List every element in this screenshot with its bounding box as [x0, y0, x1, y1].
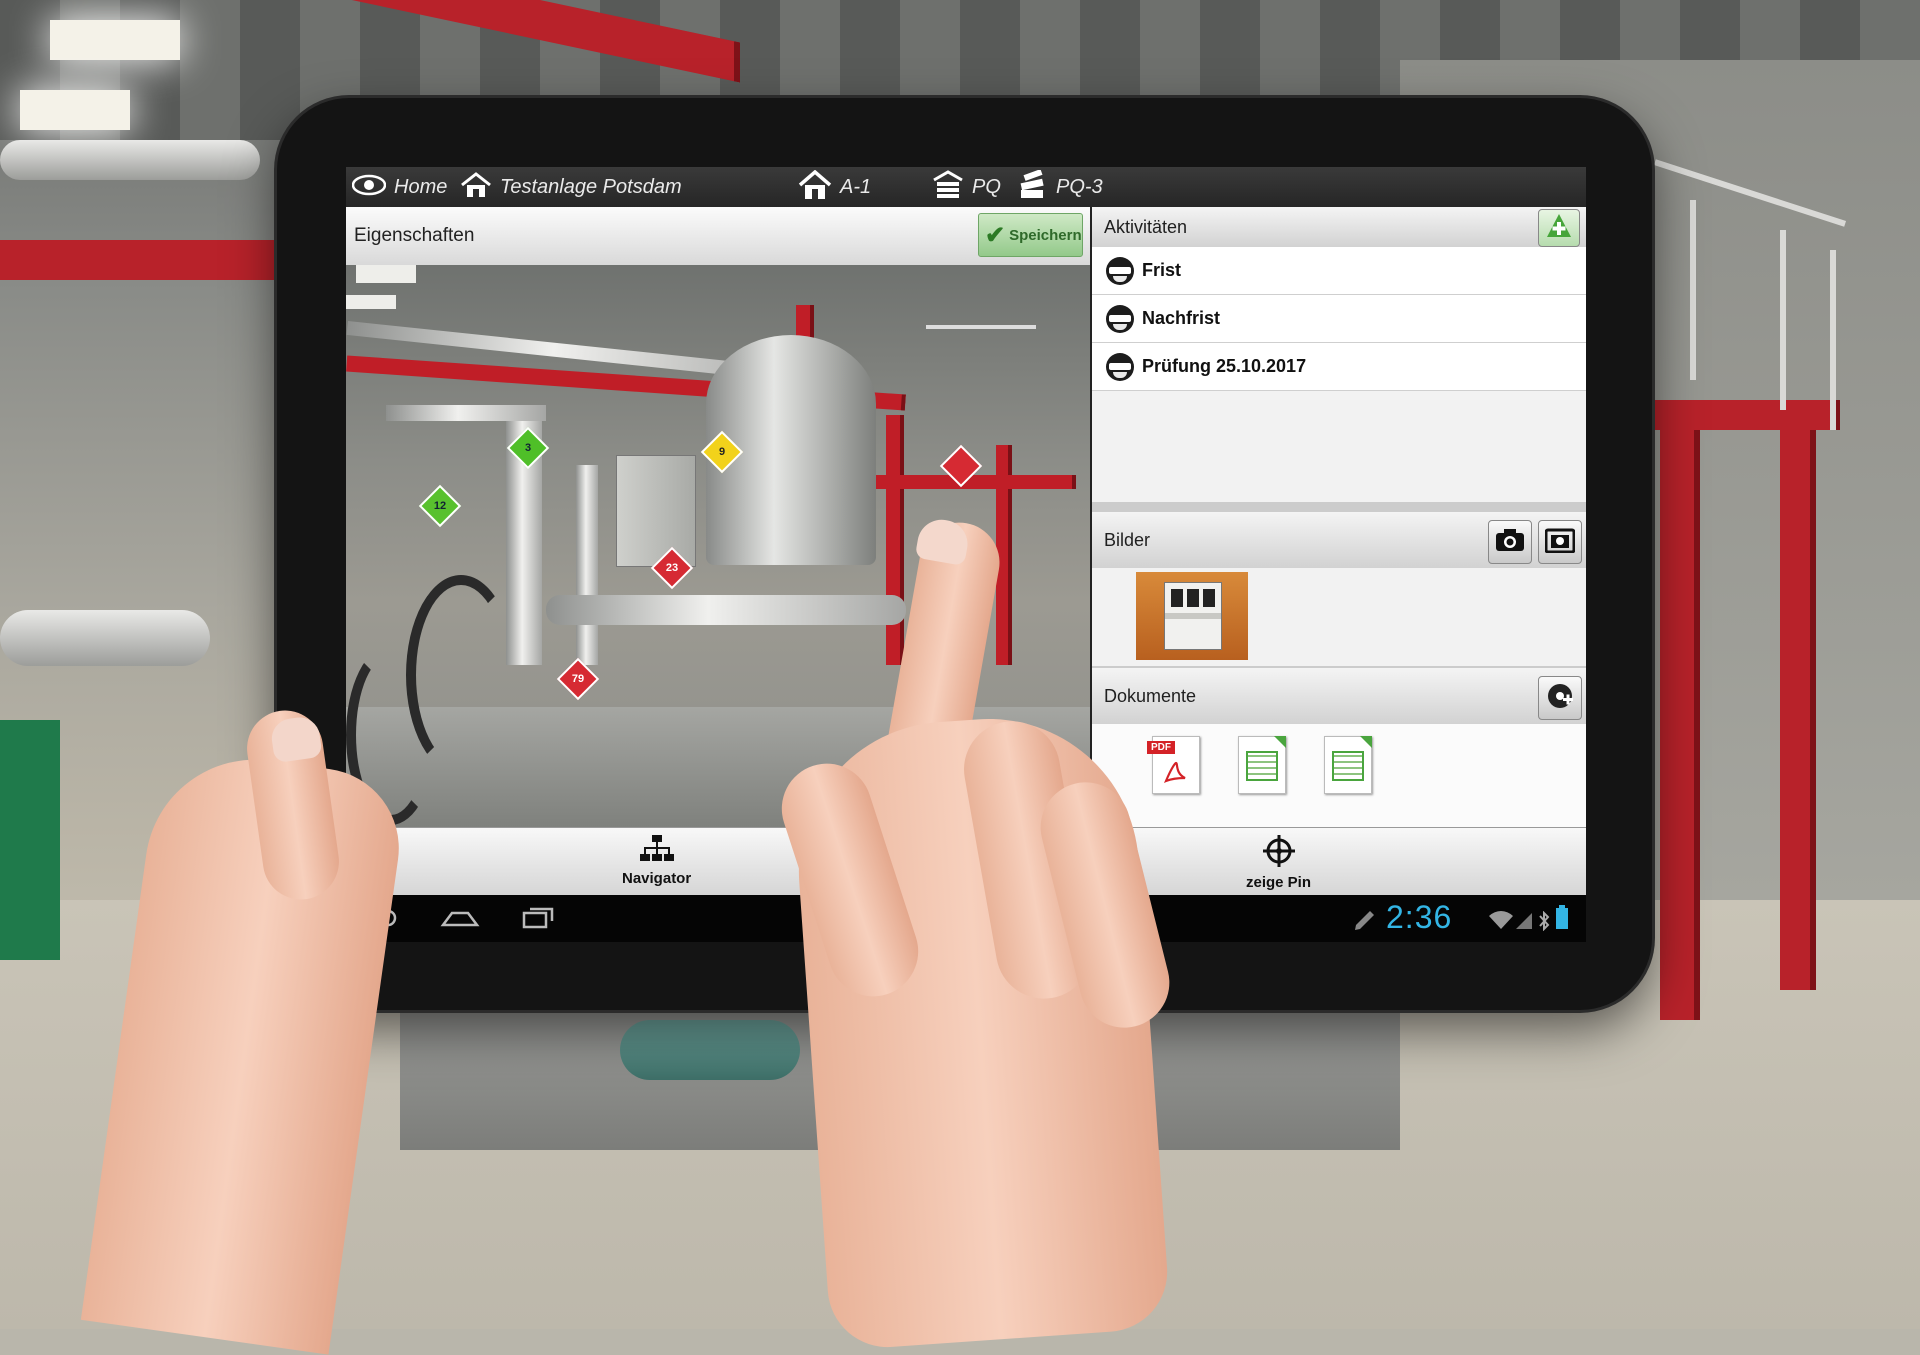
- pdf-badge: PDF: [1147, 741, 1175, 754]
- pump: [620, 1020, 800, 1080]
- pipe: [386, 405, 546, 421]
- worker-icon: [1106, 352, 1134, 381]
- navigator-label: Navigator: [622, 870, 692, 887]
- signal-icon: [1514, 907, 1534, 938]
- add-document-button[interactable]: [1538, 676, 1582, 720]
- plus-icon: [1544, 211, 1574, 246]
- camera-button[interactable]: [1488, 520, 1532, 564]
- eye-icon: [351, 174, 387, 201]
- activity-label: Nachfrist: [1142, 308, 1221, 328]
- stack-icon: [1018, 168, 1048, 205]
- images-list: [1092, 568, 1586, 666]
- spreadsheet-document[interactable]: [1228, 736, 1290, 806]
- documents-list: PDF: [1092, 724, 1586, 827]
- images-header: Bilder: [1092, 512, 1586, 569]
- breadcrumb-area[interactable]: A-1: [798, 167, 871, 207]
- show-pin-button[interactable]: zeige Pin: [1246, 834, 1311, 891]
- add-activity-button[interactable]: [1538, 209, 1580, 247]
- activities-list: Frist Nachfrist Prüfung 25.10.2017: [1092, 247, 1586, 502]
- details-panel: Aktivitäten Frist Nachfrist Prüfung 25.1…: [1092, 207, 1586, 827]
- worker-icon: [1106, 256, 1134, 285]
- breadcrumb-pq3-label: PQ-3: [1056, 175, 1103, 198]
- save-button[interactable]: ✔ Speichern: [978, 213, 1083, 257]
- spreadsheet-icon: [1238, 736, 1286, 794]
- breadcrumb-area-label: A-1: [840, 175, 872, 198]
- breadcrumb-bar: Home Testanlage Potsdam A-1 PQ PQ-3: [346, 167, 1586, 207]
- breadcrumb-pq[interactable]: PQ: [932, 167, 1001, 207]
- ceiling-light: [20, 90, 130, 130]
- camera-icon: [1495, 528, 1525, 557]
- red-column: [1660, 400, 1700, 1020]
- red-column: [886, 415, 904, 665]
- building-icon: [932, 169, 964, 205]
- breadcrumb-pq-label: PQ: [972, 175, 1001, 198]
- ceiling-light: [356, 265, 416, 283]
- add-disc-icon: [1545, 681, 1575, 716]
- status-clock: 2:36: [1386, 899, 1453, 935]
- pin-label: 23: [665, 562, 679, 574]
- pencil-icon: [1352, 905, 1378, 938]
- house-icon: [798, 169, 832, 205]
- pipe: [546, 595, 906, 625]
- railing: [1830, 250, 1836, 430]
- worker-icon: [1106, 304, 1134, 333]
- house-icon: [460, 171, 492, 203]
- documents-header: Dokumente: [1092, 668, 1586, 725]
- pin-label: [948, 453, 974, 479]
- railing: [926, 325, 1036, 329]
- activity-item[interactable]: Frist: [1092, 247, 1586, 295]
- wifi-icon: [1488, 907, 1514, 938]
- green-cabinet: [0, 720, 60, 960]
- gallery-button[interactable]: [1538, 520, 1582, 564]
- pipe: [0, 140, 260, 180]
- breaker-photo: [1164, 582, 1222, 650]
- breadcrumb-home-label: Home: [394, 175, 448, 198]
- pipe: [0, 610, 210, 666]
- show-pin-label: zeige Pin: [1246, 874, 1312, 891]
- bluetooth-icon: [1538, 907, 1550, 938]
- checkmark-icon: ✔: [985, 221, 1006, 249]
- activity-item[interactable]: Nachfrist: [1092, 295, 1586, 343]
- pdf-document[interactable]: PDF: [1142, 736, 1204, 806]
- red-beam: [0, 240, 300, 280]
- sitemap-icon: [639, 834, 674, 868]
- activity-item[interactable]: Prüfung 25.10.2017: [1092, 343, 1586, 391]
- home-nav-icon[interactable]: [440, 903, 480, 938]
- spreadsheet-document[interactable]: [1314, 736, 1376, 806]
- spreadsheet-icon: [1324, 736, 1372, 794]
- breadcrumb-site[interactable]: Testanlage Potsdam: [460, 167, 682, 207]
- navigator-button[interactable]: Navigator: [622, 834, 691, 887]
- activities-header: Aktivitäten: [1092, 207, 1586, 248]
- pin-label: 79: [571, 673, 585, 685]
- breadcrumb-pq3[interactable]: PQ-3: [1018, 167, 1103, 207]
- properties-title: Eigenschaften: [354, 225, 475, 246]
- photo-gallery-icon: [1544, 527, 1576, 558]
- breadcrumb-home[interactable]: Home: [351, 167, 448, 207]
- railing: [1690, 200, 1696, 380]
- activity-label: Frist: [1142, 260, 1182, 280]
- documents-title: Dokumente: [1104, 686, 1197, 706]
- recent-apps-icon[interactable]: [520, 903, 556, 938]
- save-button-label: Speichern: [1009, 226, 1082, 244]
- images-title: Bilder: [1104, 530, 1151, 550]
- pin-label: 12: [433, 500, 447, 512]
- image-thumbnail[interactable]: [1136, 572, 1248, 660]
- railing: [1780, 230, 1786, 410]
- activities-title: Aktivitäten: [1104, 217, 1188, 237]
- activity-label: Prüfung 25.10.2017: [1142, 356, 1307, 376]
- ceiling-light: [50, 20, 180, 60]
- ceiling-light: [346, 295, 396, 309]
- breadcrumb-site-label: Testanlage Potsdam: [500, 175, 682, 198]
- pin-label: 3: [524, 442, 532, 454]
- control-cabinet: [616, 455, 696, 567]
- pin-label: 9: [718, 446, 726, 458]
- battery-icon: [1556, 905, 1568, 936]
- map-pin[interactable]: 12: [418, 484, 462, 528]
- red-column: [1780, 430, 1816, 990]
- pdf-icon: PDF: [1147, 736, 1200, 794]
- pipe: [576, 465, 598, 665]
- properties-header: Eigenschaften ✔ Speichern: [346, 207, 1090, 266]
- crosshair-icon: [1262, 834, 1296, 872]
- red-beam: [1620, 400, 1840, 430]
